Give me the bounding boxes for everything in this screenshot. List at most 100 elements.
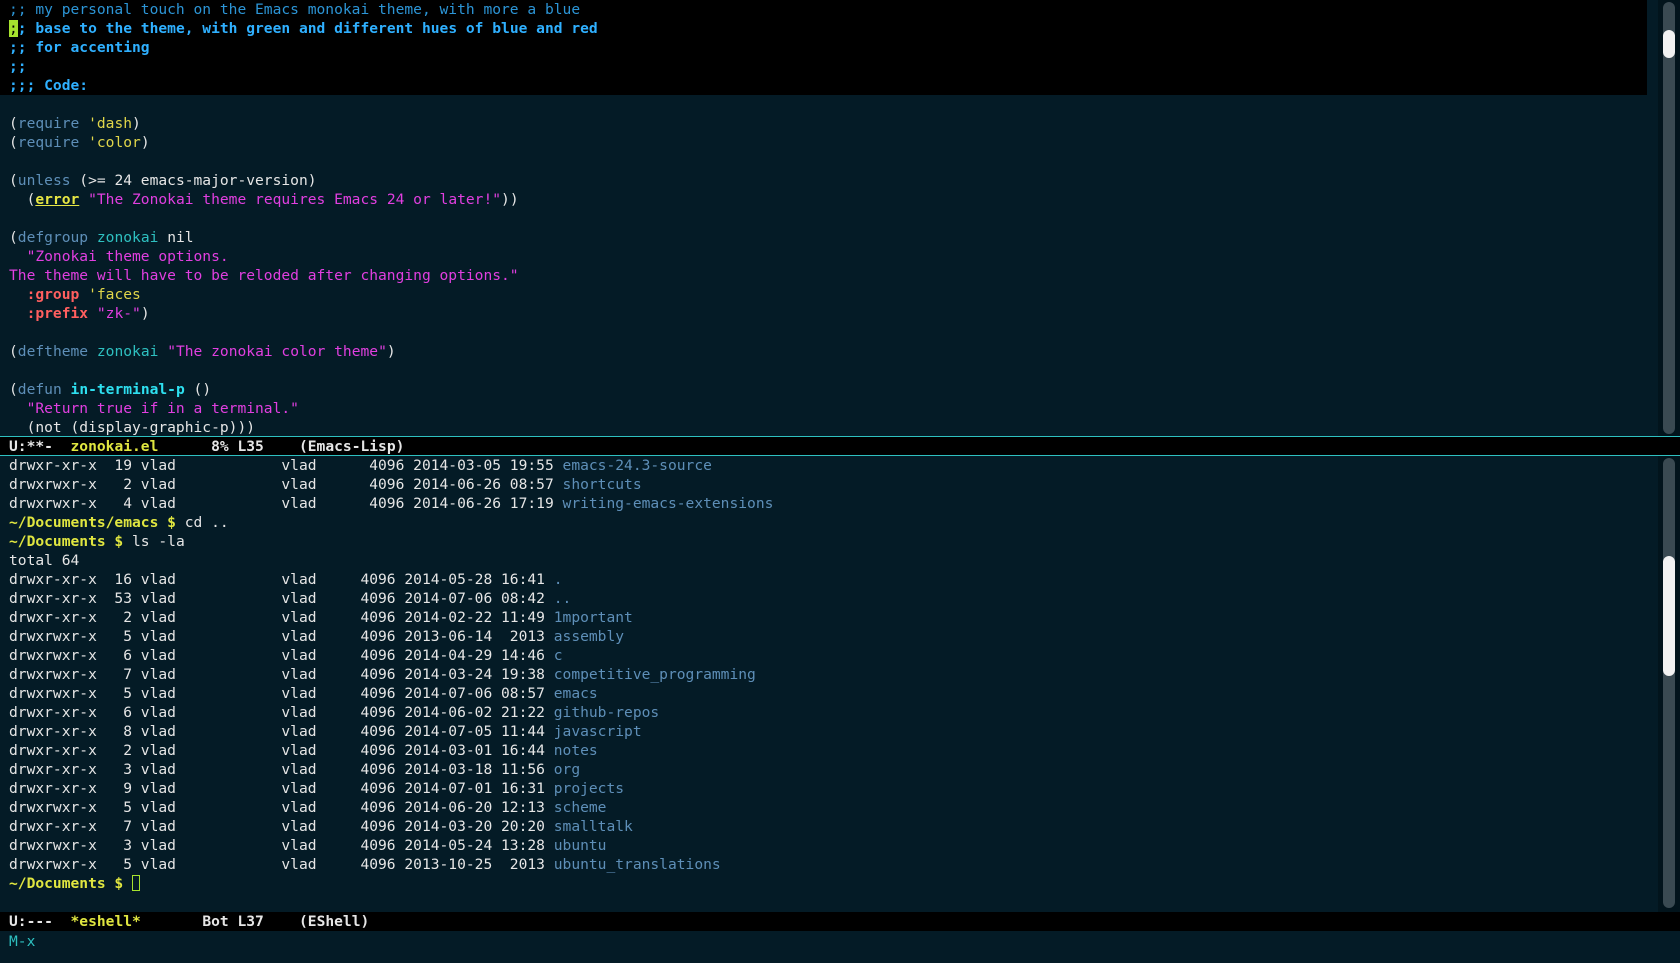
editor-line-17[interactable]: :prefix "zk-") [0, 304, 1658, 323]
editor-pane[interactable]: ;; my personal touch on the Emacs monoka… [0, 0, 1658, 436]
ls-row-filename[interactable]: c [554, 647, 563, 664]
modeline-editor[interactable]: U:**- zonokai.el 8% L35 (Emacs-Lisp) [0, 436, 1680, 456]
editor-line-23[interactable]: (not (display-graphic-p))) [0, 418, 1658, 436]
ls-row-filename[interactable]: smalltalk [554, 818, 633, 835]
modeline-buffer-name[interactable]: zonokai.el [71, 438, 159, 455]
ls-row-filename[interactable]: competitive_programming [554, 666, 756, 683]
editor-scrollbar[interactable] [1658, 0, 1680, 436]
editor-line-21[interactable]: (defun in-terminal-p () [0, 380, 1658, 399]
ls-row[interactable]: drwxr-xr-x 19 vlad vlad 4096 2014-03-05 … [0, 456, 1658, 475]
editor-scrollbar-track[interactable] [1663, 2, 1675, 434]
ls-row-filename[interactable]: org [554, 761, 580, 778]
editor-line-13[interactable]: (defgroup zonokai nil [0, 228, 1658, 247]
ls-row[interactable]: drwxr-xr-x 7 vlad vlad 4096 2014-03-20 2… [0, 817, 1658, 836]
editor-line-3[interactable]: ;; for accenting [0, 38, 1647, 57]
ls-row-details: drwxr-xr-x 2 vlad vlad 4096 2014-03-01 1… [9, 742, 554, 759]
editor-line-20[interactable] [0, 361, 1658, 380]
editor-line-11[interactable]: (error "The Zonokai theme requires Emacs… [0, 190, 1658, 209]
ls-row-details: drwxr-xr-x 2 vlad vlad 4096 2014-02-22 1… [9, 609, 554, 626]
shell-prompt: ~/Documents/emacs $ [9, 514, 185, 531]
ls-row[interactable]: drwxr-xr-x 2 vlad vlad 4096 2014-02-22 1… [0, 608, 1658, 627]
eshell-pane[interactable]: drwxr-xr-x 19 vlad vlad 4096 2014-03-05 … [0, 456, 1658, 912]
ls-row-details: drwxr-xr-x 6 vlad vlad 4096 2014-06-02 2… [9, 704, 554, 721]
modeline-position: Bot L37 [202, 913, 264, 930]
eshell-scrollbar-thumb[interactable] [1663, 556, 1675, 676]
ls-row-details: drwxrwxr-x 5 vlad vlad 4096 2013-10-25 2… [9, 856, 554, 873]
editor-line-12[interactable] [0, 209, 1658, 228]
editor-line-1[interactable]: ;; my personal touch on the Emacs monoka… [0, 0, 1647, 19]
ls-row-filename[interactable]: .. [554, 590, 572, 607]
ls-row-filename[interactable]: emacs [554, 685, 598, 702]
modeline-mode[interactable]: (EShell) [299, 913, 369, 930]
ls-row-filename[interactable]: projects [554, 780, 624, 797]
eshell-scrollbar[interactable] [1658, 456, 1680, 912]
ls-row-details: drwxrwxr-x 5 vlad vlad 4096 2014-06-20 1… [9, 799, 554, 816]
editor-scrollbar-thumb[interactable] [1663, 30, 1675, 58]
ls-row-filename[interactable]: ubuntu_translations [554, 856, 721, 873]
ls-row-details: drwxr-xr-x 53 vlad vlad 4096 2014-07-06 … [9, 590, 554, 607]
ls-row[interactable]: drwxrwxr-x 2 vlad vlad 4096 2014-06-26 0… [0, 475, 1658, 494]
ls-row[interactable]: drwxrwxr-x 5 vlad vlad 4096 2013-06-14 2… [0, 627, 1658, 646]
modeline-status: U:**- [9, 438, 53, 455]
modeline-eshell[interactable]: U:--- *eshell* Bot L37 (EShell) [0, 912, 1680, 931]
editor-line-22[interactable]: "Return true if in a terminal." [0, 399, 1658, 418]
ls-row-details: drwxrwxr-x 2 vlad vlad 4096 2014-06-26 0… [9, 476, 563, 493]
ls-row-details: drwxr-xr-x 7 vlad vlad 4096 2014-03-20 2… [9, 818, 554, 835]
editor-line-18[interactable] [0, 323, 1658, 342]
ls-row[interactable]: drwxrwxr-x 5 vlad vlad 4096 2014-07-06 0… [0, 684, 1658, 703]
ls-row[interactable]: drwxrwxr-x 7 vlad vlad 4096 2014-03-24 1… [0, 665, 1658, 684]
editor-line-4[interactable]: ;; [0, 57, 1647, 76]
ls-row-details: drwxr-xr-x 3 vlad vlad 4096 2014-03-18 1… [9, 761, 554, 778]
ls-row-filename[interactable]: 1mportant [554, 609, 633, 626]
ls-row-details: drwxr-xr-x 8 vlad vlad 4096 2014-07-05 1… [9, 723, 554, 740]
shell-command-line[interactable]: ~/Documents/emacs $ cd .. [0, 513, 1658, 532]
ls-row[interactable]: drwxrwxr-x 4 vlad vlad 4096 2014-06-26 1… [0, 494, 1658, 513]
modeline-position: 8% L35 [211, 438, 264, 455]
editor-line-8[interactable]: (require 'color) [0, 133, 1658, 152]
editor-line-19[interactable]: (deftheme zonokai "The zonokai color the… [0, 342, 1658, 361]
shell-cursor[interactable] [132, 875, 141, 891]
ls-row[interactable]: drwxr-xr-x 53 vlad vlad 4096 2014-07-06 … [0, 589, 1658, 608]
ls-row[interactable]: drwxrwxr-x 6 vlad vlad 4096 2014-04-29 1… [0, 646, 1658, 665]
ls-row[interactable]: drwxrwxr-x 3 vlad vlad 4096 2014-05-24 1… [0, 836, 1658, 855]
shell-command-line[interactable]: ~/Documents $ ls -la [0, 532, 1658, 551]
modeline-buffer-name[interactable]: *eshell* [71, 913, 141, 930]
modeline-mode[interactable]: (Emacs-Lisp) [299, 438, 404, 455]
ls-row[interactable]: drwxr-xr-x 6 vlad vlad 4096 2014-06-02 2… [0, 703, 1658, 722]
minibuffer[interactable]: M-x [0, 932, 35, 951]
editor-line-7[interactable]: (require 'dash) [0, 114, 1658, 133]
shell-command: ls -la [132, 533, 185, 550]
modeline-status: U:--- [9, 913, 53, 930]
ls-row[interactable]: drwxr-xr-x 2 vlad vlad 4096 2014-03-01 1… [0, 741, 1658, 760]
shell-command: cd .. [184, 514, 229, 531]
ls-row-filename[interactable]: assembly [554, 628, 624, 645]
ls-row-filename[interactable]: scheme [554, 799, 607, 816]
ls-row-filename[interactable]: javascript [554, 723, 642, 740]
ls-row-filename[interactable]: emacs-24.3-source [563, 457, 712, 474]
editor-line-2[interactable]: ;; base to the theme, with green and dif… [0, 19, 1647, 38]
ls-row-details: drwxr-xr-x 19 vlad vlad 4096 2014-03-05 … [9, 457, 563, 474]
ls-row-filename[interactable]: . [554, 571, 563, 588]
ls-row-filename[interactable]: github-repos [554, 704, 659, 721]
editor-line-6[interactable] [0, 95, 1658, 114]
editor-line-15[interactable]: The theme will have to be reloded after … [0, 266, 1658, 285]
ls-row-filename[interactable]: ubuntu [554, 837, 607, 854]
ls-row-filename[interactable]: shortcuts [563, 476, 642, 493]
ls-row-filename[interactable]: writing-emacs-extensions [563, 495, 774, 512]
shell-input-line[interactable]: ~/Documents $ [0, 874, 1658, 893]
ls-row[interactable]: drwxr-xr-x 9 vlad vlad 4096 2014-07-01 1… [0, 779, 1658, 798]
ls-row-details: drwxrwxr-x 5 vlad vlad 4096 2013-06-14 2… [9, 628, 554, 645]
editor-line-16[interactable]: :group 'faces [0, 285, 1658, 304]
ls-row[interactable]: drwxrwxr-x 5 vlad vlad 4096 2014-06-20 1… [0, 798, 1658, 817]
ls-row[interactable]: drwxrwxr-x 5 vlad vlad 4096 2013-10-25 2… [0, 855, 1658, 874]
shell-prompt: ~/Documents $ [9, 875, 133, 892]
ls-row[interactable]: drwxr-xr-x 3 vlad vlad 4096 2014-03-18 1… [0, 760, 1658, 779]
ls-row[interactable]: drwxr-xr-x 8 vlad vlad 4096 2014-07-05 1… [0, 722, 1658, 741]
editor-line-14[interactable]: "Zonokai theme options. [0, 247, 1658, 266]
editor-line-9[interactable] [0, 152, 1658, 171]
ls-row-filename[interactable]: notes [554, 742, 598, 759]
eshell-scrollbar-track[interactable] [1663, 458, 1675, 908]
editor-line-10[interactable]: (unless (>= 24 emacs-major-version) [0, 171, 1658, 190]
editor-line-5[interactable]: ;;; Code: [0, 76, 1647, 95]
ls-row[interactable]: drwxr-xr-x 16 vlad vlad 4096 2014-05-28 … [0, 570, 1658, 589]
